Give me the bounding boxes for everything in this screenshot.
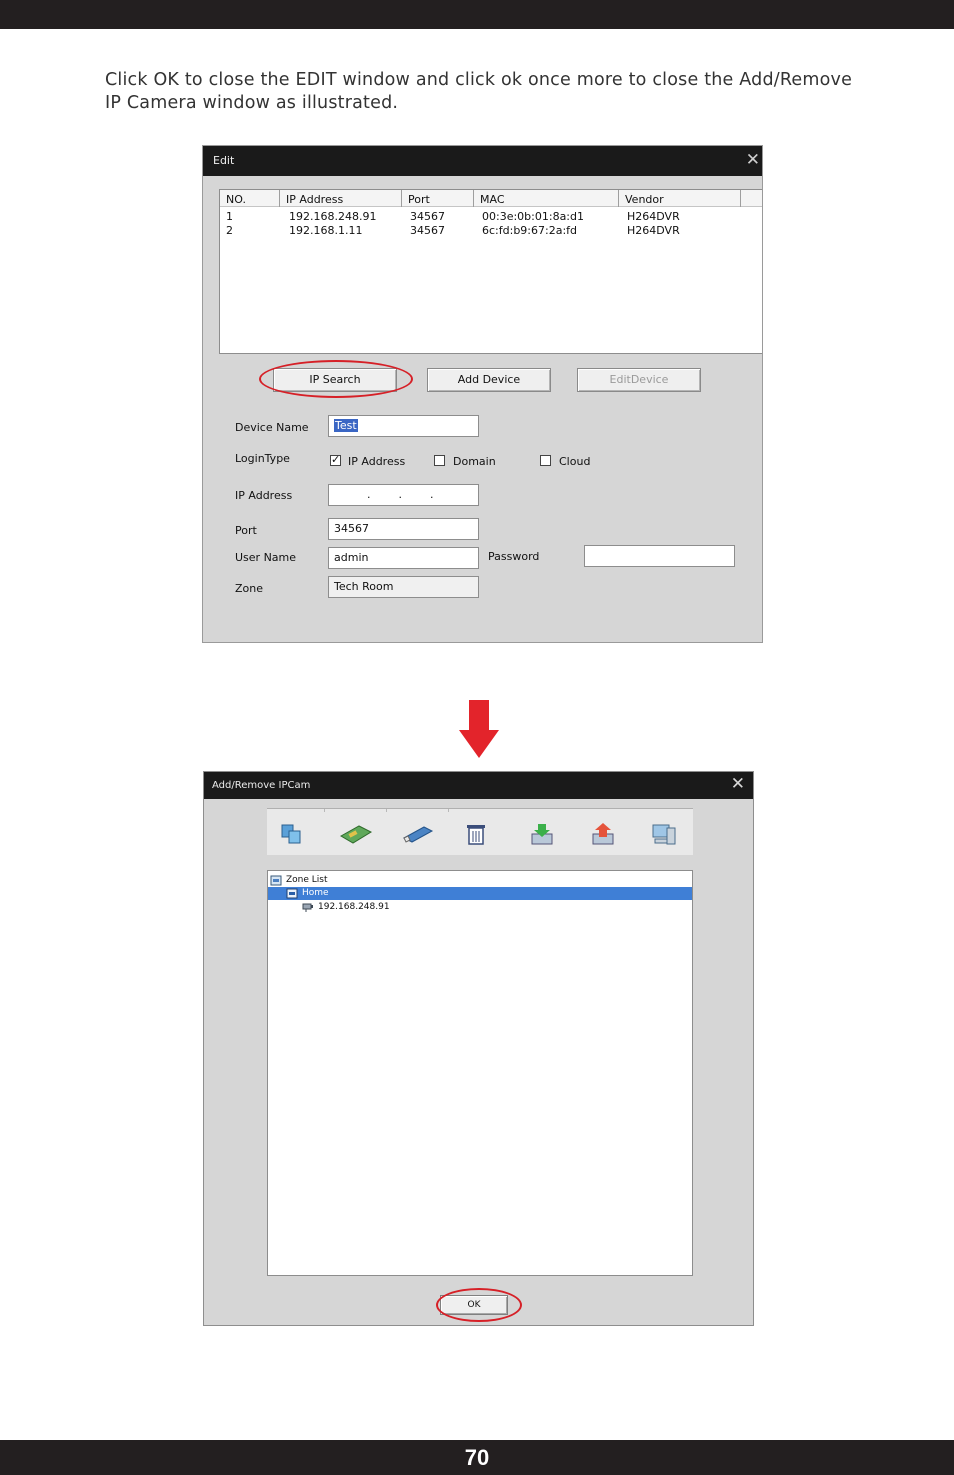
row-vendor: H264DVR [627,224,680,237]
row-no: 1 [226,210,233,223]
tree-item-label: Home [302,888,329,898]
login-type-label: LoginType [235,452,290,465]
column-header-ip[interactable]: IP Address [280,190,402,207]
table-row[interactable]: 1 192.168.248.91 34567 00:3e:0b:01:8a:d1… [220,210,762,224]
tree-root[interactable]: Zone List [268,874,692,887]
column-header-port[interactable]: Port [402,190,474,207]
zone-icon [286,888,298,899]
toolbar-segment [267,809,325,812]
page-header-bar [0,0,954,29]
camera-icon [302,903,313,912]
down-arrow-icon [459,700,499,758]
domain-option-label: Domain [453,455,496,468]
device-name-label: Device Name [235,421,309,434]
device-name-field[interactable]: Test [328,415,479,437]
add-zone-icon[interactable] [279,822,305,846]
ip-address-option-label: IP Address [348,455,406,468]
row-ip: 192.168.1.11 [289,224,363,237]
add-remove-window-title: Add/Remove IPCam [204,772,753,799]
toolbar-segment [387,809,449,812]
table-row[interactable]: 2 192.168.1.11 34567 6c:fd:b9:67:2a:fd H… [220,224,762,238]
close-icon[interactable]: ✕ [746,152,760,169]
cloud-option-label: Cloud [559,455,591,468]
row-ip: 192.168.248.91 [289,210,377,223]
ip-address-label: IP Address [235,489,293,502]
ip-address-field[interactable]: . . . [328,484,479,506]
zone-label: Zone [235,582,264,595]
column-header-mac[interactable]: MAC [474,190,619,207]
device-list-header: NO. IP Address Port MAC Vendor [220,190,762,207]
highlight-ring [436,1288,522,1322]
user-name-field[interactable]: admin [328,547,479,569]
page-number: 70 [0,1440,954,1475]
port-label: Port [235,524,257,537]
trash-icon[interactable] [463,822,489,846]
row-no: 2 [226,224,233,237]
edit-device-button[interactable]: EditDevice [577,368,701,392]
close-icon[interactable]: ✕ [731,776,745,793]
row-port: 34567 [410,210,445,223]
row-mac: 00:3e:0b:01:8a:d1 [482,210,584,223]
export-icon[interactable] [590,822,616,846]
import-icon[interactable] [529,822,555,846]
instruction-text: Click OK to close the EDIT window and cl… [105,70,853,113]
add-remove-ipcam-window: Add/Remove IPCam ✕ Zone List Home 192.16… [203,771,754,1326]
row-vendor: H264DVR [627,210,680,223]
edit-window: Edit ✕ NO. IP Address Port MAC Vendor 1 … [202,145,763,643]
port-field[interactable]: 34567 [328,518,479,540]
toolbar-segment [325,809,387,812]
toolbar [267,808,693,855]
column-header-no[interactable]: NO. [220,190,280,207]
tree-item-device[interactable]: 192.168.248.91 [268,901,692,914]
column-header-vendor[interactable]: Vendor [619,190,741,207]
usb-device-icon[interactable] [402,822,436,846]
tree-item-label: 192.168.248.91 [318,902,390,912]
tree-root-label: Zone List [286,875,328,885]
zone-tree[interactable]: Zone List Home 192.168.248.91 [267,870,693,1276]
ip-address-checkbox[interactable] [330,453,341,466]
password-label: Password [488,550,540,563]
cloud-checkbox[interactable] [540,455,551,466]
edit-window-title: Edit [203,146,762,176]
highlight-ring [259,360,413,398]
row-mac: 6c:fd:b9:67:2a:fd [482,224,578,237]
add-device-button[interactable]: Add Device [427,368,551,392]
network-card-icon[interactable] [339,822,373,846]
user-name-label: User Name [235,551,297,564]
device-name-value: Test [334,419,358,432]
zone-field[interactable]: Tech Room [328,576,479,598]
computer-icon[interactable] [651,822,677,846]
zone-list-icon [270,875,282,886]
row-port: 34567 [410,224,445,237]
password-field[interactable] [584,545,735,567]
tree-item-home[interactable]: Home [268,887,692,900]
device-list[interactable]: NO. IP Address Port MAC Vendor 1 192.168… [219,189,762,354]
domain-checkbox[interactable] [434,455,445,466]
